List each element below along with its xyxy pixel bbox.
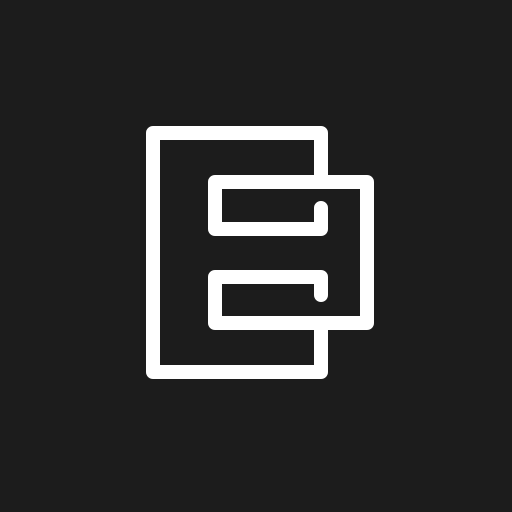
logo-background xyxy=(0,0,512,512)
logo-icon xyxy=(0,0,512,512)
